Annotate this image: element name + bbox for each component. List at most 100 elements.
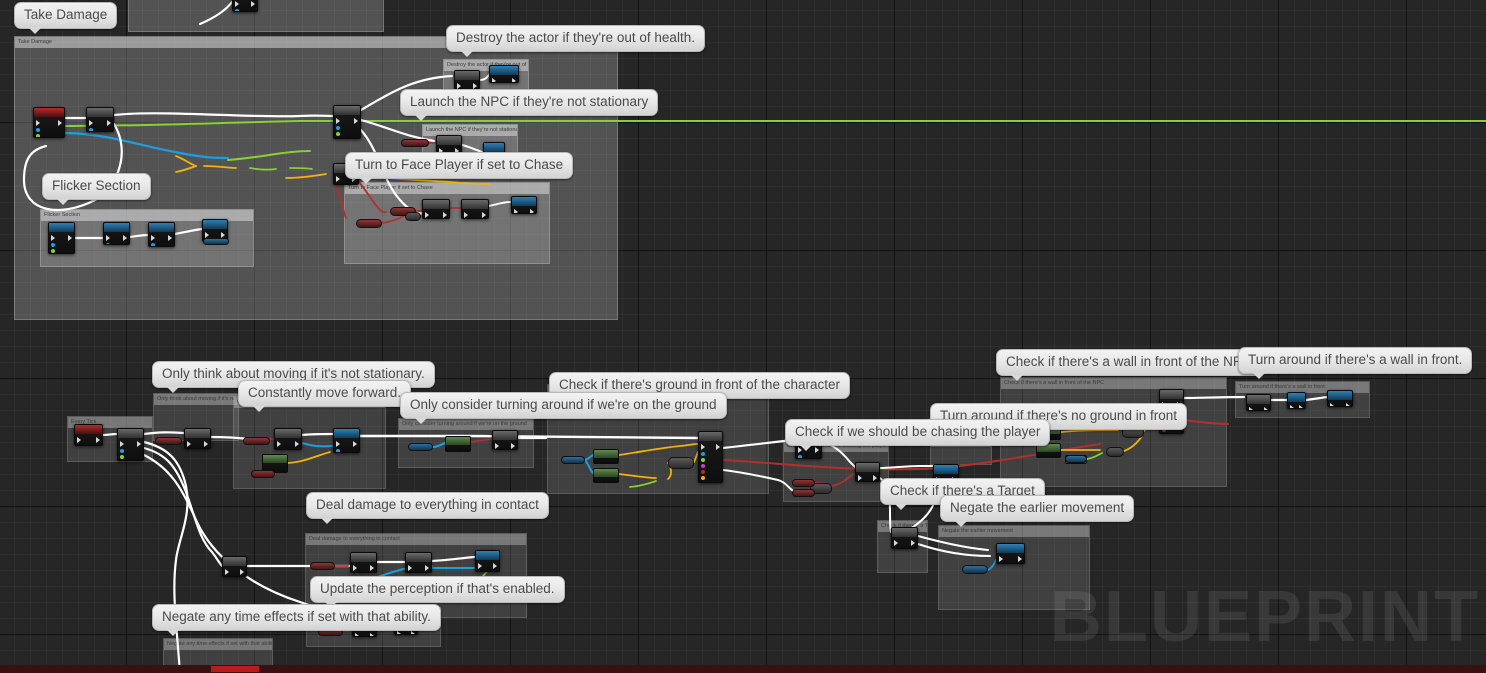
exec-in-pin[interactable] (478, 563, 482, 569)
flow-control-node[interactable] (86, 107, 114, 132)
data-pin[interactable] (277, 449, 281, 450)
exec-in-pin[interactable] (464, 212, 468, 218)
variable-pill-node[interactable] (251, 470, 275, 478)
variable-pill-node[interactable] (792, 489, 815, 497)
flow-control-node[interactable] (698, 431, 723, 483)
data-pin[interactable] (51, 249, 55, 253)
exec-out-pin[interactable] (1264, 407, 1268, 410)
data-pin[interactable] (36, 134, 40, 137)
data-pin[interactable] (151, 243, 155, 246)
data-pin[interactable] (336, 449, 340, 452)
data-pin[interactable] (120, 449, 124, 453)
comment-region[interactable]: Negate the earlier movement (938, 525, 1090, 610)
flow-control-node[interactable] (1246, 394, 1271, 411)
exec-out-pin[interactable] (295, 441, 299, 447)
exec-out-pin[interactable] (137, 441, 141, 447)
exec-out-pin[interactable] (370, 565, 374, 571)
exec-out-pin[interactable] (1346, 403, 1350, 406)
data-pin[interactable] (336, 138, 340, 139)
exec-out-pin[interactable] (530, 209, 534, 213)
flow-control-node[interactable] (891, 527, 918, 549)
exec-in-pin[interactable] (187, 441, 191, 447)
exec-in-pin[interactable] (77, 437, 81, 443)
function-call-node[interactable] (489, 65, 519, 83)
function-call-node[interactable] (511, 196, 537, 214)
data-pin[interactable] (701, 464, 705, 468)
data-pin[interactable] (478, 571, 482, 572)
exec-out-pin[interactable] (68, 235, 72, 241)
function-call-node[interactable] (1287, 392, 1306, 409)
variable-pill-node[interactable] (155, 437, 182, 445)
data-pin[interactable] (798, 455, 802, 458)
bottom-status-bar[interactable] (0, 665, 1486, 673)
variable-pill-node[interactable] (561, 456, 585, 464)
function-call-node[interactable] (148, 222, 175, 247)
data-pin[interactable] (701, 476, 705, 480)
variable-pill-node[interactable] (310, 562, 335, 570)
exec-out-pin[interactable] (512, 78, 516, 82)
function-call-node[interactable] (996, 543, 1025, 564)
exec-out-pin[interactable] (370, 633, 374, 636)
exec-in-pin[interactable] (495, 443, 499, 449)
exec-in-pin[interactable] (336, 176, 340, 182)
exec-in-pin[interactable] (858, 475, 862, 481)
event-node[interactable] (74, 424, 103, 446)
exec-out-pin[interactable] (425, 565, 429, 571)
function-call-node[interactable] (333, 428, 360, 453)
exec-in-pin[interactable] (999, 556, 1003, 562)
exec-in-pin[interactable] (355, 633, 359, 636)
data-pin[interactable] (336, 184, 340, 185)
variable-get-node[interactable] (593, 449, 619, 464)
flow-control-node[interactable] (117, 428, 144, 461)
exec-out-pin[interactable] (482, 212, 486, 218)
data-pin[interactable] (120, 455, 124, 459)
variable-pill-node[interactable] (243, 437, 270, 445)
inline-operator-node[interactable] (668, 457, 694, 469)
exec-out-pin[interactable] (411, 631, 415, 634)
flow-control-node[interactable] (274, 428, 302, 450)
variable-pill-node[interactable] (356, 219, 382, 228)
data-pin[interactable] (51, 243, 55, 247)
exec-out-pin[interactable] (511, 443, 515, 449)
data-pin[interactable] (336, 126, 340, 130)
exec-out-pin[interactable] (716, 444, 720, 450)
variable-get-node[interactable] (593, 468, 619, 483)
exec-out-pin[interactable] (168, 235, 172, 241)
flow-control-node[interactable] (222, 556, 247, 577)
exec-in-pin[interactable] (51, 235, 55, 241)
flow-control-node[interactable] (454, 70, 480, 90)
variable-pill-node[interactable] (405, 212, 421, 221)
variable-pill-node[interactable] (792, 479, 815, 487)
flow-control-node[interactable] (350, 552, 377, 573)
exec-in-pin[interactable] (514, 209, 518, 213)
data-pin[interactable] (36, 128, 40, 132)
data-pin[interactable] (701, 458, 705, 462)
exec-in-pin[interactable] (336, 118, 340, 124)
exec-out-pin[interactable] (911, 540, 915, 546)
exec-in-pin[interactable] (36, 120, 40, 126)
blueprint-wire[interactable] (142, 446, 224, 568)
function-call-node[interactable] (475, 550, 500, 572)
exec-out-pin[interactable] (815, 447, 819, 453)
exec-out-pin[interactable] (58, 120, 62, 126)
exec-in-pin[interactable] (277, 441, 281, 447)
exec-in-pin[interactable] (336, 441, 340, 447)
flow-control-node[interactable] (461, 199, 489, 219)
exec-in-pin[interactable] (397, 631, 401, 634)
exec-out-pin[interactable] (251, 1, 255, 7)
flow-control-node[interactable] (492, 430, 518, 450)
data-pin[interactable] (89, 128, 93, 131)
exec-in-pin[interactable] (235, 1, 239, 7)
data-pin[interactable] (336, 132, 340, 136)
exec-out-pin[interactable] (123, 235, 127, 241)
exec-out-pin[interactable] (1018, 556, 1022, 562)
data-pin[interactable] (894, 548, 898, 549)
data-pin[interactable] (106, 243, 110, 244)
flow-control-node[interactable] (333, 105, 361, 139)
function-call-node[interactable] (103, 222, 130, 245)
flow-control-node[interactable] (855, 462, 880, 482)
exec-out-pin[interactable] (354, 118, 358, 124)
exec-out-pin[interactable] (873, 475, 877, 481)
exec-in-pin[interactable] (120, 441, 124, 447)
exec-out-pin[interactable] (443, 212, 447, 218)
